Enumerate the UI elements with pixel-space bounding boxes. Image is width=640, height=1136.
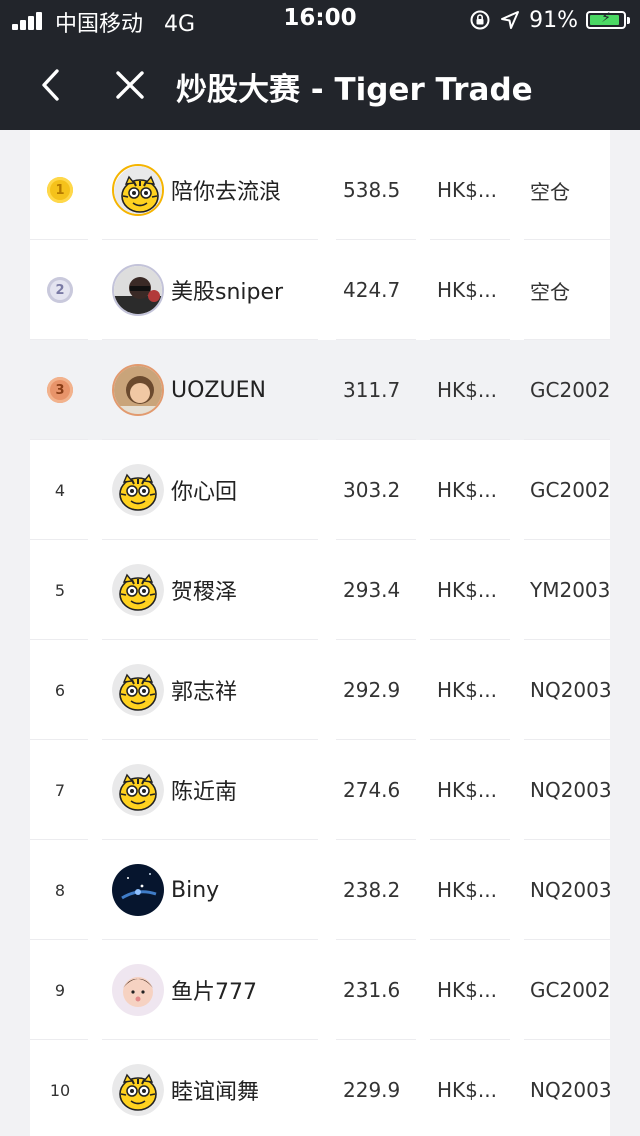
close-button[interactable] [105,60,155,110]
bronze-medal-icon: 3 [47,377,73,403]
user-name: 郭志祥 [171,680,238,705]
charging-icon: ⚡ [601,10,611,26]
list-item[interactable]: 1 陪你去流浪 538.5 HK$... 空仓 [30,140,610,240]
status-bar: 中国移动 4G 16:00 91% ⚡ [0,0,640,40]
currency-value: HK$... [437,778,497,802]
rank-cell: 4 [44,440,76,540]
list-item[interactable]: 4 你心回 303.2 HK$... GC2002 [30,440,610,540]
user-name: Biny [171,877,220,903]
return-value: 274.6 [343,778,401,802]
rank-number: 6 [54,680,66,700]
leaderboard-list: 1 陪你去流浪 538.5 HK$... 空仓 2 美股sniper 424.7 HK$... 空… [30,130,610,1136]
list-item[interactable]: 6 郭志祥 292.9 HK$... NQ2003 [30,640,610,740]
rank-cell: 8 [44,840,76,940]
position-label: GC2002 [530,978,610,1002]
user-name: 你心回 [171,480,238,505]
rank-cell: 6 [44,640,76,740]
avatar[interactable] [112,764,164,816]
avatar[interactable] [112,564,164,616]
position-label: GC2002 [530,478,610,502]
rank-number: 7 [54,780,66,800]
back-button[interactable] [26,60,76,110]
location-arrow-icon [501,11,520,29]
rank-number: 4 [54,480,66,500]
rank-number: 5 [54,580,66,600]
currency-value: HK$... [437,378,497,402]
user-name: 陈近南 [171,780,238,805]
currency-value: HK$... [437,1078,497,1102]
nav-bar: 炒股大赛 - Tiger Trade [0,40,640,130]
user-name: 鱼片777 [171,980,257,1005]
currency-value: HK$... [437,478,497,502]
position-label: NQ2003 [530,678,610,702]
return-value: 424.7 [343,278,401,302]
return-value: 229.9 [343,1078,401,1102]
battery-percent: 91% [529,7,578,33]
user-name: 美股sniper [171,280,284,305]
return-value: 293.4 [343,578,401,602]
position-label: NQ2003 [530,878,610,902]
rank-number: 8 [54,880,66,900]
chevron-left-icon [42,69,59,101]
battery-icon: ⚡ [586,10,630,29]
currency-value: HK$... [437,678,497,702]
avatar[interactable] [112,664,164,716]
rank-cell: 9 [44,940,76,1040]
currency-value: HK$... [437,978,497,1002]
user-name: UOZUEN [171,377,266,403]
user-name: 睦谊闻舞 [171,1080,260,1105]
rank-cell: 2 [44,240,76,340]
silver-medal-icon: 2 [47,277,73,303]
list-item[interactable]: 9 鱼片777 231.6 HK$... GC2002 [30,940,610,1040]
status-right: 91% ⚡ [469,6,630,34]
rank-cell: 1 [44,140,76,240]
return-value: 311.7 [343,378,401,402]
list-item[interactable]: 3 UOZUEN 311.7 HK$... GC2002 [30,340,610,440]
return-value: 538.5 [343,178,401,202]
position-label: NQ2003 [530,778,610,802]
currency-value: HK$... [437,878,497,902]
avatar[interactable] [112,1064,164,1116]
avatar[interactable] [112,464,164,516]
list-item[interactable]: 8 Biny 238.2 HK$... NQ2003 [30,840,610,940]
top-bar: 中国移动 4G 16:00 91% ⚡ 炒股大赛 - Tiger Trade [0,0,640,130]
avatar[interactable] [112,164,164,216]
position-label: YM2003 [530,578,610,602]
page-title: 炒股大赛 - Tiger Trade [176,72,533,108]
avatar[interactable] [112,864,164,916]
rotation-lock-icon [470,10,490,30]
list-item[interactable]: 5 贺稷泽 293.4 HK$... YM2003 [30,540,610,640]
rank-cell: 10 [44,1040,76,1136]
avatar[interactable] [112,264,164,316]
list-item[interactable]: 10 睦谊闻舞 229.9 HK$... NQ2003 [30,1040,610,1136]
position-label: NQ2003 [530,1078,610,1102]
rank-number: 9 [54,980,66,1000]
list-item[interactable]: 2 美股sniper 424.7 HK$... 空仓 [30,240,610,340]
rank-cell: 5 [44,540,76,640]
currency-value: HK$... [437,278,497,302]
position-label: 空仓 [530,179,570,204]
currency-value: HK$... [437,578,497,602]
user-name: 陪你去流浪 [171,180,282,205]
return-value: 303.2 [343,478,401,502]
rank-cell: 7 [44,740,76,840]
position-label: GC2002 [530,378,610,402]
avatar[interactable] [112,964,164,1016]
gold-medal-icon: 1 [47,177,73,203]
currency-value: HK$... [437,178,497,202]
return-value: 292.9 [343,678,401,702]
avatar[interactable] [112,364,164,416]
rank-number: 10 [49,1080,71,1100]
return-value: 231.6 [343,978,401,1002]
list-item[interactable]: 7 陈近南 274.6 HK$... NQ2003 [30,740,610,840]
return-value: 238.2 [343,878,401,902]
position-label: 空仓 [530,279,570,304]
rank-cell: 3 [44,340,76,440]
user-name: 贺稷泽 [171,580,238,605]
close-icon [116,71,144,99]
